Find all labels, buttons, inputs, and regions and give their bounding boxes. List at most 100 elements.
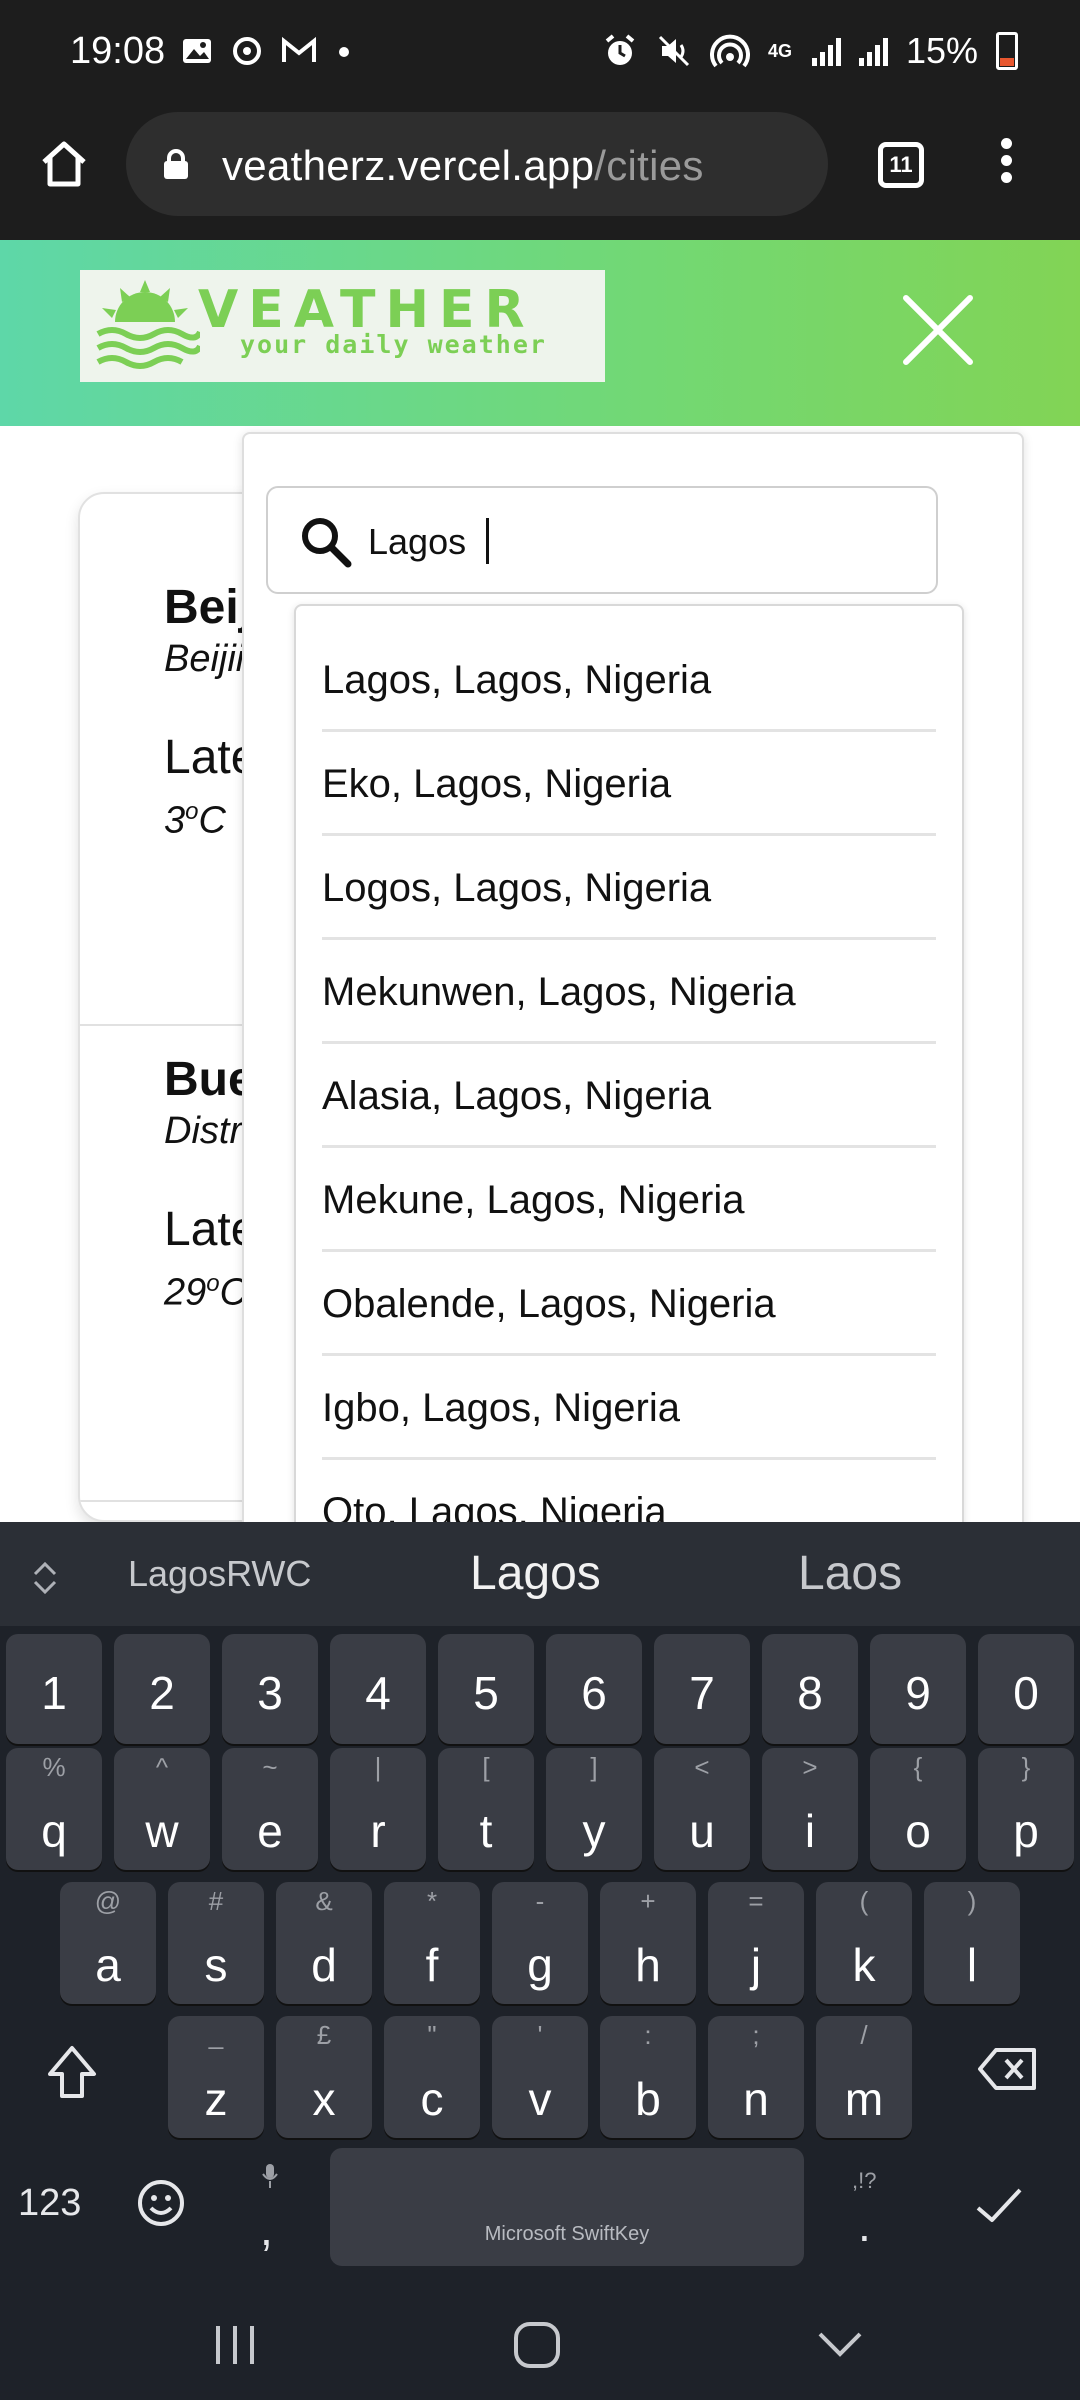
key-1[interactable]: 1 xyxy=(6,1634,102,1744)
key-9[interactable]: 9 xyxy=(870,1634,966,1744)
checkmark-icon[interactable] xyxy=(974,2186,1024,2226)
key-z[interactable]: _ z xyxy=(168,2016,264,2138)
home-nav-icon[interactable] xyxy=(510,2318,564,2372)
clock: 19:08 xyxy=(70,30,166,72)
network-type: 4G xyxy=(767,41,792,61)
signal-icon xyxy=(811,36,841,66)
period-key[interactable]: . xyxy=(858,2198,871,2252)
lock-icon xyxy=(164,149,188,179)
site-header: VEATHER your daily weather xyxy=(0,240,1080,426)
suggestion-left[interactable]: LagosRWC xyxy=(128,1522,311,1626)
result-item[interactable]: Mekunwen, Lagos, Nigeria xyxy=(322,940,936,1044)
overflow-menu-icon[interactable] xyxy=(996,138,1016,194)
emoji-icon[interactable] xyxy=(136,2178,186,2228)
result-item[interactable]: Mekune, Lagos, Nigeria xyxy=(322,1148,936,1252)
key-b[interactable]: :b xyxy=(600,2016,696,2138)
key-a[interactable]: @ a xyxy=(60,1882,156,2004)
key-d[interactable]: & d xyxy=(276,1882,372,2004)
search-box[interactable] xyxy=(266,486,938,594)
gmail-icon xyxy=(282,36,316,62)
key-3[interactable]: 3 xyxy=(222,1634,318,1744)
key-c[interactable]: " c xyxy=(384,2016,480,2138)
search-input[interactable] xyxy=(368,518,908,566)
system-icons: 4G 15% xyxy=(602,30,1018,72)
dot-icon xyxy=(339,47,349,57)
key-7[interactable]: 7 xyxy=(654,1634,750,1744)
city-temperature: 3oC xyxy=(164,798,226,842)
key-m[interactable]: / m xyxy=(816,2016,912,2138)
tab-count: 11 xyxy=(889,152,913,177)
key-k[interactable]: (k xyxy=(816,1882,912,2004)
mute-icon xyxy=(658,35,689,67)
result-item[interactable]: Eko, Lagos, Nigeria xyxy=(322,732,936,836)
hide-keyboard-icon[interactable] xyxy=(814,2324,866,2364)
microphone-icon xyxy=(262,2164,278,2188)
key-v[interactable]: ' v xyxy=(492,2016,588,2138)
space-bar-label: Microsoft SwiftKey xyxy=(484,2223,650,2245)
veather-logo[interactable]: VEATHER your daily weather xyxy=(80,270,605,382)
search-panel: Lagos, Lagos, Nigeria Eko, Lagos, Nigeri… xyxy=(242,432,1024,1534)
key-r[interactable]: | r xyxy=(330,1748,426,1870)
key-h[interactable]: + h xyxy=(600,1882,696,2004)
text-cursor xyxy=(486,518,489,564)
status-bar: 19:08 4G 15% xyxy=(0,0,1080,110)
city-region: Beijii xyxy=(164,638,245,680)
search-icon xyxy=(302,518,352,568)
notification-icons xyxy=(180,34,354,68)
expand-toolbar-icon[interactable] xyxy=(30,1558,60,1598)
city-temperature: 29oC xyxy=(164,1270,248,1314)
sync-icon xyxy=(233,37,261,65)
result-item[interactable]: Logos, Lagos, Nigeria xyxy=(322,836,936,940)
key-o[interactable]: {o xyxy=(870,1748,966,1870)
signal-icon-2 xyxy=(858,36,888,66)
city-region: Distr xyxy=(164,1110,243,1152)
key-q[interactable]: % q xyxy=(6,1748,102,1870)
key-8[interactable]: 8 xyxy=(762,1634,858,1744)
key-4[interactable]: 4 xyxy=(330,1634,426,1744)
hotspot-icon xyxy=(710,34,750,68)
key-f[interactable]: * f xyxy=(384,1882,480,2004)
shift-icon[interactable] xyxy=(44,2042,100,2102)
key-n[interactable]: ; n xyxy=(708,2016,804,2138)
home-icon[interactable] xyxy=(38,138,90,190)
key-x[interactable]: £ x xyxy=(276,2016,372,2138)
url-text[interactable]: veatherz.vercel.app/cities xyxy=(222,142,704,190)
key-t[interactable]: [t xyxy=(438,1748,534,1870)
key-j[interactable]: = j xyxy=(708,1882,804,2004)
tab-switcher-button[interactable]: 11 xyxy=(878,142,924,188)
key-5[interactable]: 5 xyxy=(438,1634,534,1744)
result-item[interactable]: Igbo, Lagos, Nigeria xyxy=(322,1356,936,1460)
key-e[interactable]: ~ e xyxy=(222,1748,318,1870)
backspace-icon[interactable] xyxy=(976,2044,1040,2094)
address-bar[interactable]: veatherz.vercel.app/cities xyxy=(126,112,828,216)
recent-apps-icon[interactable] xyxy=(210,2320,260,2370)
symbols-key[interactable]: 123 xyxy=(18,2182,81,2225)
key-0[interactable]: 0 xyxy=(978,1634,1074,1744)
key-i[interactable]: > i xyxy=(762,1748,858,1870)
key-2[interactable]: 2 xyxy=(114,1634,210,1744)
result-item[interactable]: Obalende, Lagos, Nigeria xyxy=(322,1252,936,1356)
key-6[interactable]: 6 xyxy=(546,1634,642,1744)
key-s[interactable]: # s xyxy=(168,1882,264,2004)
browser-toolbar: veatherz.vercel.app/cities 11 xyxy=(0,110,1080,240)
alarm-icon xyxy=(605,34,635,65)
result-item[interactable]: Alasia, Lagos, Nigeria xyxy=(322,1044,936,1148)
key-w[interactable]: ^ w xyxy=(114,1748,210,1870)
url-domain: veatherz.vercel.app xyxy=(222,142,595,189)
suggestion-center[interactable]: Lagos xyxy=(470,1522,601,1626)
url-path: /cities xyxy=(594,142,704,189)
comma-key[interactable]: , xyxy=(260,2202,273,2256)
gallery-icon xyxy=(183,39,211,63)
search-results-dropdown: Lagos, Lagos, Nigeria Eko, Lagos, Nigeri… xyxy=(294,604,964,1534)
space-bar[interactable]: Microsoft SwiftKey xyxy=(330,2148,804,2266)
result-item[interactable]: Lagos, Lagos, Nigeria xyxy=(322,628,936,732)
key-u[interactable]: < u xyxy=(654,1748,750,1870)
battery-percent: 15% xyxy=(905,30,978,71)
close-icon[interactable] xyxy=(900,292,976,368)
key-g[interactable]: -g xyxy=(492,1882,588,2004)
key-y[interactable]: ] y xyxy=(546,1748,642,1870)
battery-icon xyxy=(996,32,1018,70)
suggestion-right[interactable]: Laos xyxy=(798,1522,902,1626)
key-p[interactable]: } p xyxy=(978,1748,1074,1870)
key-l[interactable]: ) l xyxy=(924,1882,1020,2004)
